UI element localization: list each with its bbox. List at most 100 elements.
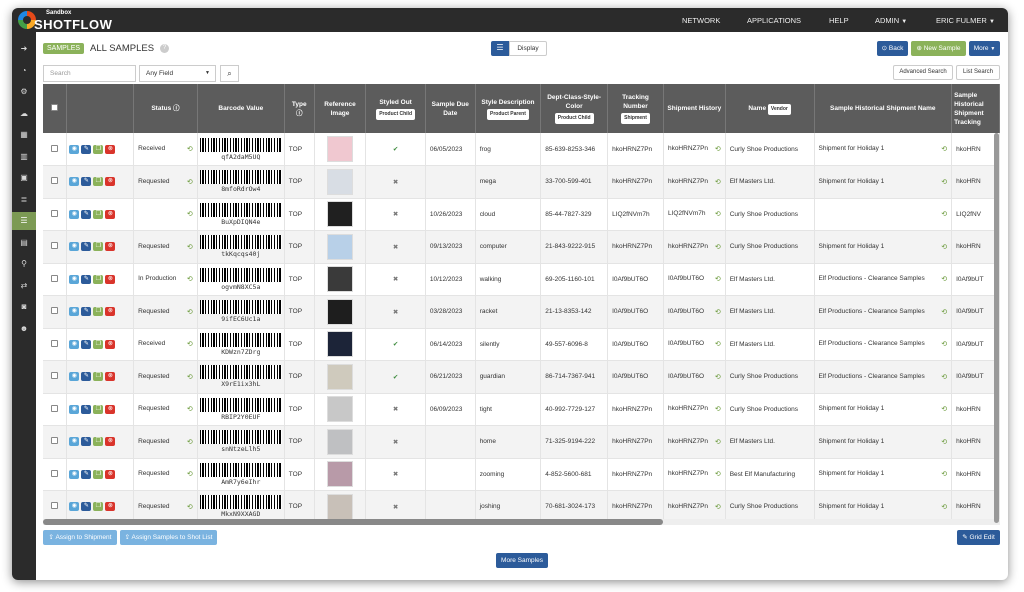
history-icon[interactable]: ⟲ bbox=[715, 340, 721, 348]
copy-icon[interactable]: ❐ bbox=[93, 274, 104, 284]
nav-user-menu[interactable]: ERIC FULMER ▼ bbox=[936, 16, 995, 25]
sidebar-item-arrow-right[interactable]: ➜ bbox=[12, 40, 36, 58]
header-dept-class[interactable]: Dept-Class-Style-Color Product Child bbox=[540, 84, 609, 133]
copy-icon[interactable]: ❐ bbox=[93, 177, 104, 187]
reference-image-cell[interactable] bbox=[314, 295, 367, 329]
shipment-history-cell[interactable]: I0Af9bUT6O ⟲ bbox=[663, 328, 726, 361]
table-row[interactable]: ◉ ✎ ❐ ⊗ Requested ⟲ RBIP2Y0EUF TOP ✖ 06/09/2023 ti… bbox=[43, 393, 1000, 426]
reference-image-cell[interactable] bbox=[314, 425, 367, 459]
header-style-description[interactable]: Style Description Product Parent bbox=[475, 84, 542, 133]
delete-icon[interactable]: ⊗ bbox=[105, 307, 116, 317]
delete-icon[interactable]: ⊗ bbox=[105, 177, 116, 187]
delete-icon[interactable]: ⊗ bbox=[105, 469, 116, 479]
reference-thumbnail[interactable] bbox=[327, 396, 354, 423]
edit-icon[interactable]: ✎ bbox=[81, 209, 92, 219]
historical-shipment-cell[interactable]: Elf Productions - Clearance Samples ⟲ bbox=[814, 263, 953, 296]
table-row[interactable]: ◉ ✎ ❐ ⊗ Requested ⟲ X9rE1ix3hL TOP ✔ 06/21/2023 gu… bbox=[43, 360, 1000, 394]
history-icon[interactable]: ⟲ bbox=[187, 470, 193, 478]
history-icon[interactable]: ⟲ bbox=[715, 405, 721, 413]
row-checkbox[interactable] bbox=[51, 177, 59, 185]
select-cell[interactable] bbox=[43, 360, 68, 394]
copy-icon[interactable]: ❐ bbox=[93, 209, 104, 219]
delete-icon[interactable]: ⊗ bbox=[105, 242, 116, 252]
history-icon[interactable]: ⟲ bbox=[187, 210, 193, 218]
select-cell[interactable] bbox=[43, 263, 68, 296]
reference-image-cell[interactable] bbox=[314, 230, 367, 264]
copy-icon[interactable]: ❐ bbox=[93, 469, 104, 479]
more-samples-button[interactable]: More Samples bbox=[496, 553, 548, 568]
search-button[interactable]: ⌕ bbox=[220, 65, 239, 82]
reference-thumbnail[interactable] bbox=[327, 201, 354, 228]
table-row[interactable]: ◉ ✎ ❐ ⊗ Requested ⟲ snNtzeLlh5 TOP ✖ home 71-325-9… bbox=[43, 425, 1000, 459]
history-icon[interactable]: ⟲ bbox=[187, 178, 193, 186]
historical-shipment-cell[interactable]: ⟲ bbox=[814, 198, 953, 231]
reference-image-cell[interactable] bbox=[314, 393, 367, 426]
table-row[interactable]: ◉ ✎ ❐ ⊗ Requested ⟲ MkxN9XXAGD TOP ✖ joshing 70-68… bbox=[43, 490, 1000, 519]
select-cell[interactable] bbox=[43, 425, 68, 459]
historical-shipment-cell[interactable]: Shipment for Holiday 1 ⟲ bbox=[814, 133, 953, 166]
history-icon[interactable]: ⟲ bbox=[187, 275, 193, 283]
history-icon[interactable]: ⟲ bbox=[941, 243, 947, 251]
edit-icon[interactable]: ✎ bbox=[81, 177, 92, 187]
row-checkbox[interactable] bbox=[51, 469, 59, 477]
reference-thumbnail[interactable] bbox=[327, 136, 354, 162]
table-row[interactable]: ◉ ✎ ❐ ⊗ Received ⟲ KDWzn7ZDrg TOP ✔ 06/14/2023 sil… bbox=[43, 328, 1000, 361]
tracking-cell[interactable]: I0Af9bUT6O bbox=[607, 328, 664, 361]
reference-thumbnail[interactable] bbox=[327, 461, 354, 488]
new-sample-button[interactable]: ⊕ New Sample bbox=[911, 41, 966, 56]
header-select-all[interactable] bbox=[43, 84, 68, 133]
delete-icon[interactable]: ⊗ bbox=[105, 372, 116, 382]
delete-icon[interactable]: ⊗ bbox=[105, 274, 116, 284]
historical-shipment-cell[interactable]: Shipment for Holiday 1 ⟲ bbox=[814, 393, 953, 426]
sidebar-item-dashboard[interactable]: ◔ bbox=[12, 62, 36, 80]
sidebar-item-calendar[interactable]: ▦ bbox=[12, 126, 36, 144]
status-cell[interactable]: Requested ⟲ bbox=[133, 425, 198, 459]
reference-thumbnail[interactable] bbox=[327, 298, 354, 325]
header-shipment-history[interactable]: Shipment History bbox=[663, 84, 726, 133]
table-row[interactable]: ◉ ✎ ❐ ⊗ Requested ⟲ 8mfoRdrOw4 TOP ✖ mega 33-700-5… bbox=[43, 165, 1000, 199]
edit-icon[interactable]: ✎ bbox=[81, 404, 92, 414]
shipment-history-cell[interactable]: hkoHRNZ7Pn ⟲ bbox=[663, 133, 726, 166]
reference-image-cell[interactable] bbox=[314, 133, 367, 166]
back-button[interactable]: ⊙ Back bbox=[877, 41, 908, 56]
nav-network[interactable]: NETWORK bbox=[682, 16, 720, 25]
select-cell[interactable] bbox=[43, 458, 68, 491]
list-view-button[interactable]: ☰ bbox=[491, 41, 509, 56]
shipment-history-cell[interactable]: hkoHRNZ7Pn ⟲ bbox=[663, 393, 726, 426]
sidebar-item-sitemap[interactable]: ⚲ bbox=[12, 255, 36, 273]
status-cell[interactable]: Requested ⟲ bbox=[133, 393, 198, 426]
tracking-cell[interactable]: hkoHRNZ7Pn bbox=[607, 425, 664, 459]
history-icon[interactable]: ⟲ bbox=[187, 243, 193, 251]
delete-icon[interactable]: ⊗ bbox=[105, 404, 116, 414]
history-icon[interactable]: ⟲ bbox=[715, 275, 721, 283]
select-cell[interactable] bbox=[43, 133, 68, 166]
sidebar-item-cloud-upload[interactable]: ☁ bbox=[12, 105, 36, 123]
delete-icon[interactable]: ⊗ bbox=[105, 209, 116, 219]
copy-icon[interactable]: ❐ bbox=[93, 404, 104, 414]
reference-image-cell[interactable] bbox=[314, 165, 367, 199]
edit-icon[interactable]: ✎ bbox=[81, 469, 92, 479]
history-icon[interactable]: ⟲ bbox=[941, 340, 947, 348]
tracking-cell[interactable]: I0Af9bUT6O bbox=[607, 360, 664, 394]
history-icon[interactable]: ⟲ bbox=[187, 308, 193, 316]
view-icon[interactable]: ◉ bbox=[69, 307, 80, 317]
edit-icon[interactable]: ✎ bbox=[81, 502, 92, 512]
table-row[interactable]: ◉ ✎ ❐ ⊗ ⟲ BuXpDIQN4e TOP ✖ 10/26/2023 cloud 85-44-… bbox=[43, 198, 1000, 231]
header-status[interactable]: Status ⓘ bbox=[133, 84, 198, 133]
view-icon[interactable]: ◉ bbox=[69, 209, 80, 219]
reference-thumbnail[interactable] bbox=[327, 168, 354, 195]
header-historical-shipment-name[interactable]: Sample Historical Shipment Name bbox=[814, 84, 953, 133]
shipment-history-cell[interactable]: LIQ2fNVm7h ⟲ bbox=[663, 198, 726, 231]
search-field-select[interactable]: Any Field ▼ bbox=[139, 65, 216, 82]
header-reference-image[interactable]: Reference Image bbox=[314, 84, 367, 133]
row-checkbox[interactable] bbox=[51, 339, 59, 347]
history-icon[interactable]: ⟲ bbox=[187, 405, 193, 413]
view-icon[interactable]: ◉ bbox=[69, 242, 80, 252]
table-row[interactable]: ◉ ✎ ❐ ⊗ Requested ⟲ 9ifEC6Uc1a TOP ✖ 03/28/2023 ra… bbox=[43, 295, 1000, 329]
view-icon[interactable]: ◉ bbox=[69, 437, 80, 447]
history-icon[interactable]: ⟲ bbox=[941, 438, 947, 446]
reference-thumbnail[interactable] bbox=[327, 233, 354, 260]
historical-shipment-cell[interactable]: Shipment for Holiday 1 ⟲ bbox=[814, 458, 953, 491]
select-cell[interactable] bbox=[43, 490, 68, 519]
row-checkbox[interactable] bbox=[51, 307, 59, 315]
